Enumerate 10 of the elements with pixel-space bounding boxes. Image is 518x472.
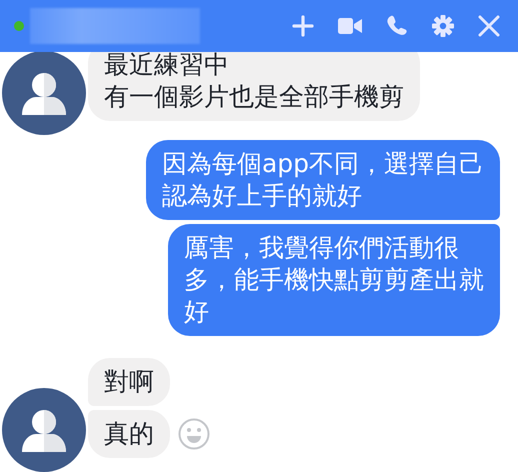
message-bubble: 因為每個app不同，選擇自己 認為好上手的就好 bbox=[146, 140, 500, 220]
message-bubble: 真的 bbox=[88, 410, 170, 458]
gear-icon[interactable] bbox=[432, 15, 454, 37]
smiley-icon[interactable] bbox=[178, 418, 210, 450]
message-bubble: 對啊 bbox=[88, 358, 170, 406]
close-icon[interactable] bbox=[478, 15, 500, 37]
phone-icon[interactable] bbox=[386, 15, 408, 37]
video-camera-icon[interactable] bbox=[338, 15, 362, 37]
message-bubble: 厲害，我覺得你們活動很 多，能手機快點剪剪產出就 好 bbox=[168, 224, 500, 336]
plus-icon[interactable] bbox=[292, 15, 314, 37]
